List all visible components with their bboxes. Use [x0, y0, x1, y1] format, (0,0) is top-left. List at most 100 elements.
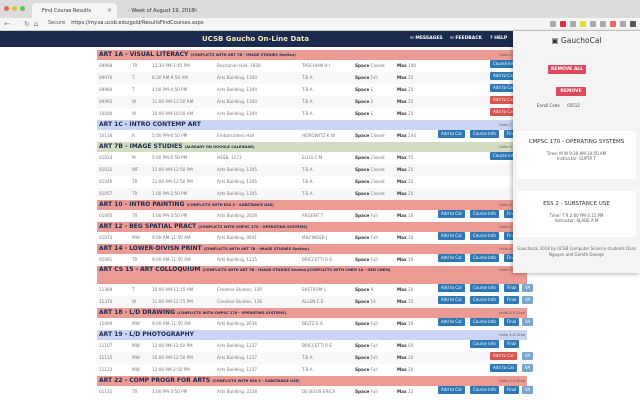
days: T: [132, 87, 135, 92]
instructor: ALLEN C E: [302, 299, 324, 304]
extension-icon[interactable]: [620, 21, 626, 27]
close-tab-icon[interactable]: ×: [193, 7, 198, 14]
course-title[interactable]: ART 1C - INTRO CONTEMP ART: [99, 121, 201, 128]
back-icon[interactable]: ←: [4, 20, 10, 28]
units-label: Units 4.0 Grad: [499, 333, 525, 337]
time: 11:00 AM-12:50 PM: [152, 167, 193, 172]
final-button[interactable]: Final: [504, 318, 520, 326]
add-to-cal-button[interactable]: Add to Cal: [490, 352, 517, 360]
space-value: Full: [370, 367, 378, 372]
course-title[interactable]: ART 10 - INTRO PAINTING: [99, 201, 184, 208]
url-field[interactable]: Secure https://my.sa.ucsb.edu/gold/Result…: [48, 20, 204, 26]
space-value: Closed: [370, 167, 385, 172]
tab-week-calendar[interactable]: - Week of August 19, 2018 ×: [118, 3, 203, 18]
add-to-cal-button[interactable]: Add to Cal: [438, 232, 465, 240]
va-button[interactable]: VA: [522, 284, 534, 292]
extension-icon[interactable]: [600, 21, 606, 27]
space-label: Space: [355, 167, 370, 172]
instructor: T.B.A.: [302, 75, 314, 80]
remove-all-button[interactable]: REMOVE ALL: [548, 65, 586, 74]
course-title[interactable]: ART 12 - BEG SPATIAL PRACT: [99, 223, 196, 230]
messages-link[interactable]: ✉ MESSAGES: [410, 36, 443, 41]
space: Space Full: [355, 232, 378, 244]
help-link[interactable]: ? HELP: [490, 36, 507, 41]
maximize-window-icon[interactable]: [20, 6, 25, 11]
instructor: HOROWITZ K W: [302, 133, 336, 138]
enroll-label: Enroll Code: [537, 103, 560, 108]
course-info-button[interactable]: Course Info: [470, 210, 499, 218]
course-info-button[interactable]: Course Info: [470, 340, 499, 348]
space: Space Full: [355, 318, 378, 330]
course-header: ART 19 - L/D PHOTOGRAPHY Units 4.0 Grad: [97, 330, 527, 340]
extension-icon[interactable]: [610, 21, 616, 27]
course-info-button[interactable]: Course Info: [470, 284, 499, 292]
units-label: Units 4.0 Grad: [499, 311, 525, 315]
time: 10:00 AM-10:50 AM: [152, 111, 194, 116]
course-title[interactable]: ART 19 - L/D PHOTOGRAPHY: [99, 331, 194, 338]
max-value: 25: [408, 99, 414, 104]
course-title[interactable]: ART 18 - L/D DRAWING: [99, 309, 175, 316]
course-title[interactable]: ART 1A - VISUAL LITERACY: [99, 51, 188, 58]
final-button[interactable]: Final: [504, 284, 520, 292]
extension-icon[interactable]: [580, 21, 586, 27]
enroll-code: 01057: [99, 191, 113, 196]
add-to-cal-button[interactable]: Add to Cal: [438, 210, 465, 218]
remove-button[interactable]: REMOVE: [556, 87, 586, 96]
course-title[interactable]: ART 7B - IMAGE STUDIES: [99, 143, 182, 150]
va-button[interactable]: VA: [522, 296, 534, 304]
extension-icon[interactable]: [570, 21, 576, 27]
add-to-cal-button[interactable]: Add to Cal: [438, 296, 465, 304]
max-value: 25: [408, 179, 414, 184]
days: MW: [132, 367, 140, 372]
space-value: 2: [370, 99, 374, 104]
va-button[interactable]: VA: [522, 386, 534, 394]
space: Space Full: [355, 340, 378, 352]
feedback-link[interactable]: ✉ FEEDBACK: [450, 36, 482, 41]
max-value: 100: [408, 63, 417, 68]
course-title[interactable]: ART CS 15 - ART COLLOQUIUM: [99, 266, 200, 273]
final-button[interactable]: Final: [504, 386, 520, 394]
final-button[interactable]: Final: [504, 340, 520, 348]
va-button[interactable]: VA: [522, 352, 534, 360]
course-info-button[interactable]: Course Info: [470, 296, 499, 304]
course-title[interactable]: ART 22 - COMP PROGR FOR ARTS: [99, 377, 210, 384]
course-info-button[interactable]: Course Info: [470, 254, 499, 262]
add-to-cal-button[interactable]: Add to Cal: [438, 284, 465, 292]
reload-icon[interactable]: ↻: [24, 20, 30, 28]
time: 1:00 PM-3:50 PM: [152, 213, 188, 218]
add-to-cal-button[interactable]: Add to Cal: [438, 318, 465, 326]
space-label: Space: [355, 257, 370, 262]
close-tab-icon[interactable]: ×: [107, 7, 112, 14]
va-button[interactable]: VA: [522, 364, 534, 372]
max: Max 16: [397, 254, 413, 266]
space-label: Space: [355, 63, 370, 68]
gauchocal-extension-icon[interactable]: [630, 21, 636, 27]
extension-icon[interactable]: [560, 21, 566, 27]
final-button[interactable]: Final: [504, 296, 520, 304]
instructor: T.B.A.: [302, 179, 314, 184]
instructor: T.B.A.: [302, 355, 314, 360]
close-window-icon[interactable]: [4, 6, 9, 11]
add-to-cal-button[interactable]: Add to Cal: [438, 254, 465, 262]
course-info-button[interactable]: Course Info: [470, 318, 499, 326]
location: Arts Building, 1237: [217, 355, 258, 360]
add-to-cal-button[interactable]: Add to Cal: [438, 130, 465, 138]
location: Arts Building, 1237: [217, 367, 258, 372]
tab-find-course-results[interactable]: Find Course Results ×: [32, 3, 117, 18]
max: Max 25: [397, 176, 413, 188]
extension-icon[interactable]: [590, 21, 596, 27]
conflict-note: (CONFLICTS WITH ART 7B - IMAGE STUDIES S…: [202, 268, 391, 272]
home-icon[interactable]: ⌂: [34, 20, 38, 28]
location: Arts Building, 1345: [217, 191, 258, 196]
course-info-button[interactable]: Course Info: [470, 232, 499, 240]
table-row: 01081 TR 9:00 AM-11:50 AM Arts Building, 12…: [97, 254, 527, 266]
extension-icon[interactable]: [550, 21, 556, 27]
course-info-button[interactable]: Course Info: [470, 130, 499, 138]
max-value: 25: [408, 191, 414, 196]
course-title[interactable]: ART 14 - LOWER-DIVISN PRINT: [99, 245, 202, 252]
minimize-window-icon[interactable]: [12, 6, 17, 11]
add-to-cal-button[interactable]: Add to Cal: [438, 386, 465, 394]
va-button[interactable]: VA: [522, 318, 534, 326]
add-to-cal-button[interactable]: Add to Cal: [490, 364, 517, 372]
course-info-button[interactable]: Course Info: [470, 386, 499, 394]
